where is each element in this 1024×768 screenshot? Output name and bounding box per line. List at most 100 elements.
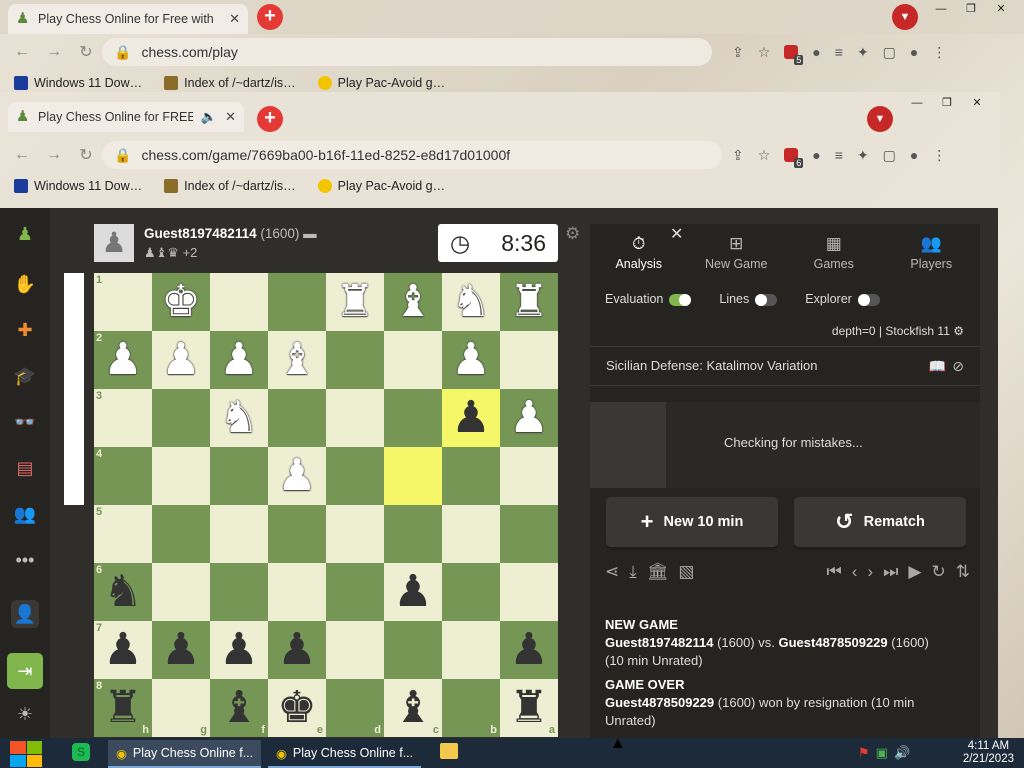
- board-square[interactable]: [326, 505, 384, 563]
- flag-icon[interactable]: ⚑: [858, 745, 870, 761]
- new-tab-button[interactable]: +: [257, 4, 283, 30]
- board-square[interactable]: [210, 273, 268, 331]
- chess-board[interactable]: 1 ♚ ♜ ♝ ♞ ♜ 2 ♟ ♟ ♟ ♝ ♟ 3 ♞ ♟ ♟ 4 ♟ 5 6 ♞ ♟ 7 ♟ ♟ ♟ ♟ ♟ 8 h ♜ g f ♝ e ♚ d c ♝ b…: [94, 273, 558, 737]
- puzzles-icon[interactable]: ✚: [11, 316, 39, 344]
- board-square[interactable]: [500, 447, 558, 505]
- board-square[interactable]: ♟: [384, 563, 442, 621]
- profile-extension-icon[interactable]: ●: [812, 147, 820, 163]
- board-square[interactable]: ♟: [268, 447, 326, 505]
- board-square[interactable]: [500, 563, 558, 621]
- board-square[interactable]: c ♝: [384, 679, 442, 737]
- toggle-switch[interactable]: [669, 293, 692, 306]
- tab-new-game[interactable]: ⊞ New Game: [688, 224, 786, 282]
- black-pawn-icon[interactable]: ♟: [509, 624, 548, 675]
- share-icon[interactable]: ⇪: [732, 44, 744, 61]
- board-square[interactable]: 2 ♟: [94, 331, 152, 389]
- board-square[interactable]: [326, 447, 384, 505]
- close-window-icon[interactable]: ✕: [986, 0, 1016, 18]
- bookmark-item[interactable]: Windows 11 Dow…: [14, 179, 142, 193]
- windows-start-icon[interactable]: [10, 741, 42, 767]
- black-pawn-icon[interactable]: ♟: [219, 624, 258, 675]
- board-settings-gear-icon[interactable]: ⚙: [565, 224, 580, 244]
- white-rook-icon[interactable]: ♜: [335, 276, 374, 327]
- tab-games[interactable]: ▦ Games: [785, 224, 883, 282]
- profile-extension-icon[interactable]: ●: [812, 44, 820, 60]
- white-rook-icon[interactable]: ♜: [509, 276, 548, 327]
- menu-icon[interactable]: ⋮: [932, 44, 946, 61]
- black-pawn-icon[interactable]: ♟: [393, 566, 432, 617]
- compass-icon[interactable]: ⊘: [952, 358, 970, 374]
- toggle-switch[interactable]: [857, 293, 880, 306]
- minimize-icon[interactable]: —: [902, 94, 932, 112]
- board-square[interactable]: [210, 563, 268, 621]
- board-square[interactable]: [442, 447, 500, 505]
- board-square[interactable]: [442, 621, 500, 679]
- board-square[interactable]: ♝: [384, 273, 442, 331]
- board-square[interactable]: ♜: [326, 273, 384, 331]
- learn-icon[interactable]: 🎓: [11, 362, 39, 390]
- close-icon[interactable]: ✕: [229, 11, 240, 27]
- taskbar-chrome-window[interactable]: ◉ Play Chess Online f...: [268, 740, 422, 768]
- book-icon[interactable]: 📖: [929, 358, 952, 374]
- black-pawn-icon[interactable]: ♟: [103, 624, 142, 675]
- taskbar-chrome-window[interactable]: ◉ Play Chess Online f...: [108, 740, 262, 768]
- restore-icon[interactable]: ❐: [956, 0, 986, 18]
- board-square[interactable]: [326, 331, 384, 389]
- board-square[interactable]: 4: [94, 447, 152, 505]
- avatar[interactable]: ♟: [94, 224, 134, 262]
- board-square[interactable]: ♟: [268, 621, 326, 679]
- tab-search-button[interactable]: ▼: [867, 106, 893, 132]
- account-icon[interactable]: ●: [910, 44, 918, 60]
- board-square[interactable]: [268, 505, 326, 563]
- board-square[interactable]: [268, 563, 326, 621]
- toggle-switch[interactable]: [755, 293, 778, 306]
- extensions-icon[interactable]: ✦: [857, 147, 869, 164]
- board-square[interactable]: [442, 563, 500, 621]
- close-icon[interactable]: ✕: [670, 224, 683, 244]
- star-icon[interactable]: ☆: [758, 44, 771, 61]
- board-square[interactable]: [384, 447, 442, 505]
- white-pawn-icon[interactable]: ♟: [277, 450, 316, 501]
- board-square[interactable]: ♚: [152, 273, 210, 331]
- white-knight-icon[interactable]: ♞: [219, 392, 258, 443]
- board-square[interactable]: [326, 621, 384, 679]
- board-square[interactable]: ♟: [210, 621, 268, 679]
- board-square[interactable]: 1: [94, 273, 152, 331]
- board-square[interactable]: 3: [94, 389, 152, 447]
- black-rook-icon[interactable]: ♜: [103, 682, 142, 733]
- board-square[interactable]: 7 ♟: [94, 621, 152, 679]
- white-knight-icon[interactable]: ♞: [451, 276, 490, 327]
- forward-icon[interactable]: →: [38, 43, 70, 61]
- theme-icon[interactable]: ☀: [11, 700, 39, 728]
- login-icon[interactable]: ⇥: [7, 653, 43, 689]
- share-icon[interactable]: ⇪: [732, 147, 744, 164]
- board-square[interactable]: ♜: [500, 273, 558, 331]
- board-square[interactable]: [384, 389, 442, 447]
- menu-icon[interactable]: ⋮: [932, 147, 946, 164]
- new-tab-button[interactable]: +: [257, 106, 283, 132]
- prev-move-icon[interactable]: ‹: [852, 562, 858, 582]
- black-rook-icon[interactable]: ♜: [509, 682, 548, 733]
- close-window-icon[interactable]: ✕: [962, 94, 992, 112]
- board-square[interactable]: [500, 331, 558, 389]
- board-square[interactable]: [326, 389, 384, 447]
- toggle-explorer[interactable]: Explorer: [805, 292, 880, 306]
- clock[interactable]: 4:11 AM 2/21/2023: [963, 740, 1014, 766]
- white-bishop-icon[interactable]: ♝: [393, 276, 432, 327]
- rematch-button[interactable]: ↺ Rematch: [794, 497, 966, 547]
- board-square[interactable]: ♟: [442, 331, 500, 389]
- board-square[interactable]: [268, 273, 326, 331]
- new-game-button[interactable]: + New 10 min: [606, 497, 778, 547]
- flag-extension-icon[interactable]: ≡: [835, 44, 843, 60]
- reset-icon[interactable]: ↻: [932, 562, 946, 582]
- board-square[interactable]: ♟: [500, 621, 558, 679]
- white-pawn-icon[interactable]: ♟: [451, 334, 490, 385]
- board-square[interactable]: [210, 505, 268, 563]
- signup-icon[interactable]: 👤: [11, 600, 39, 628]
- outer-address-bar[interactable]: 🔒 chess.com/play: [102, 38, 712, 66]
- sidepanel-icon[interactable]: ▢: [883, 147, 896, 164]
- social-icon[interactable]: 👥: [11, 500, 39, 528]
- forward-icon[interactable]: →: [38, 146, 70, 164]
- bookmark-item[interactable]: Windows 11 Dow…: [14, 76, 142, 90]
- restore-icon[interactable]: ❐: [932, 94, 962, 112]
